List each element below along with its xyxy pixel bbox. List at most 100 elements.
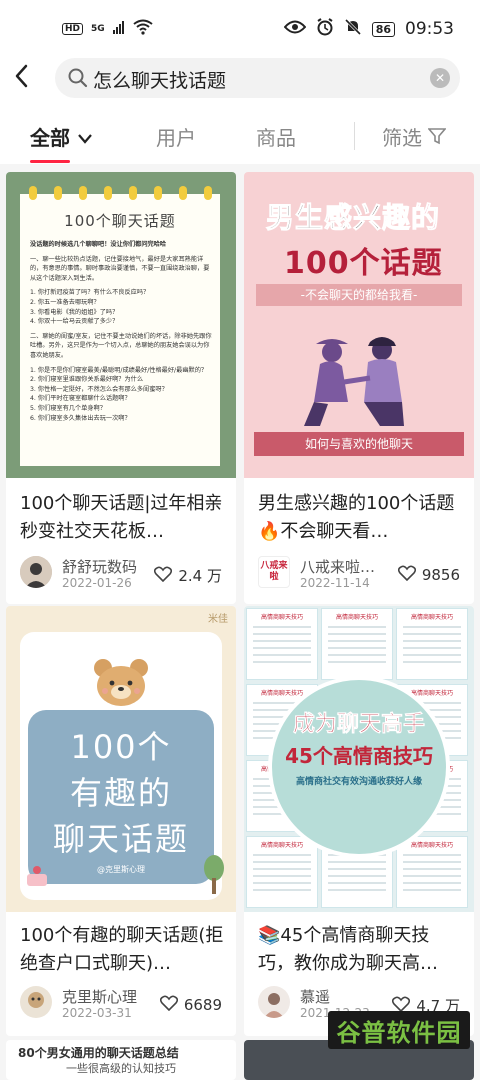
network-badge: 5G (91, 24, 105, 34)
like-count: 9856 (422, 566, 460, 584)
heart-icon (160, 995, 178, 1015)
like-button[interactable]: 6689 (160, 995, 222, 1015)
site-watermark: 谷普软件园 (328, 1011, 470, 1049)
cover-body-line: 1. 你是不是你们寝室最美/最聪明/成绩最好/性格最好/最幽默的？ (30, 366, 212, 376)
search-icon (67, 67, 89, 89)
filter-tabs: 全部 用户 商品 筛选 (0, 104, 480, 164)
cover-body-line: 2. 你五一准备去哪玩啊？ (30, 298, 212, 308)
clock-time: 09:53 (405, 19, 454, 39)
cover-page-tile-heading: 高情商聊天技巧 (397, 612, 467, 621)
post-date: 2022-03-31 (62, 1006, 132, 1020)
binder-rings (20, 186, 220, 200)
note-card[interactable]: 80个男女通用的聊天话题总结 一些很高级的认知技巧 (6, 1040, 236, 1080)
like-count: 2.4 万 (178, 565, 222, 586)
active-tab-indicator (30, 160, 70, 163)
notepad: 100个聊天话题 没话题的时候选几个聊聊吧！没让你们都问完哈哈一、聊一些比较热点… (20, 194, 220, 466)
search-input[interactable]: 怎么聊天找话题 (93, 66, 226, 93)
note-card[interactable]: 男生感兴趣的 100个话题 -不会聊天的都给我看- 如何与喜欢的他聊天 男生感兴… (244, 172, 474, 604)
post-date: 2022-11-14 (300, 576, 370, 590)
signal-icon (113, 19, 125, 39)
author-name[interactable]: 克里斯心理 (62, 986, 137, 1007)
peek-cover-subtext: 一些很高级的认知技巧 (66, 1060, 176, 1076)
note-card[interactable]: 高情商聊天技巧高情商聊天技巧高情商聊天技巧高情商聊天技巧高情商聊天技巧高情商聊天… (244, 606, 474, 1036)
cover-body-line: 1. 你打新冠疫苗了吗？有什么不良反应吗？ (30, 288, 212, 298)
avatar[interactable]: 八戒来啦 (258, 556, 290, 588)
cover-heading-line1: 男生感兴趣的 (266, 196, 440, 236)
cover-heading-line1: 成为聊天高手 (262, 706, 456, 738)
cover-heading: 100个聊天话题 (20, 210, 220, 231)
tab-goods[interactable]: 商品 (256, 122, 296, 151)
back-button[interactable] (14, 63, 42, 97)
cover-body-line: 5. 你们寝室有几个单身啊？ (30, 404, 212, 414)
avatar[interactable] (20, 986, 52, 1018)
cover-body-line: 4. 你双十一给马云贡献了多少？ (30, 317, 212, 327)
eye-icon (284, 19, 306, 39)
tree-icon (202, 854, 226, 896)
cover-body-text: 没话题的时候选几个聊聊吧！没让你们都问完哈哈一、聊一些比较热点话题，记住要接地气… (30, 240, 212, 423)
note-title[interactable]: 📚45个高情商聊天技巧，教你成为聊天高… (258, 922, 464, 978)
search-box[interactable]: 怎么聊天找话题 ✕ (55, 58, 460, 98)
tab-all[interactable]: 全部 (30, 122, 93, 151)
tab-all-label: 全部 (30, 126, 70, 150)
cake-icon (24, 862, 50, 888)
card-cover-image: 男生感兴趣的 100个话题 -不会聊天的都给我看- 如何与喜欢的他聊天 (244, 172, 474, 478)
couple-illustration (284, 322, 434, 432)
avatar[interactable] (20, 556, 52, 588)
cover-subtitle: -不会聊天的都给我看- (256, 284, 462, 306)
cover-heading-line2: 100个话题 (284, 238, 443, 282)
cover-body-line: 2. 你们寝室里谁跟你关系最好啊？为什么 (30, 375, 212, 385)
cover-body-line: 二、聊她的闺蜜/室友，记住不要主动说她们的坏话，除非她先跟你吐槽。另外，这只是作… (30, 332, 212, 361)
wifi-icon (133, 19, 153, 40)
search-header: 怎么聊天找话题 ✕ (0, 58, 480, 104)
filter-button[interactable]: 筛选 (382, 122, 446, 151)
cover-caption-bar: 如何与喜欢的他聊天 (254, 432, 464, 456)
avatar[interactable] (258, 986, 290, 1018)
tab-users[interactable]: 用户 (156, 122, 196, 151)
like-button[interactable]: 9856 (398, 565, 460, 585)
cover-page-tile-heading: 高情商聊天技巧 (322, 612, 392, 621)
heart-icon (154, 566, 172, 586)
battery-icon: 86 (372, 22, 395, 37)
clear-search-button[interactable]: ✕ (430, 68, 450, 88)
cover-page-tile: 高情商聊天技巧 (246, 836, 318, 908)
heart-icon (398, 565, 416, 585)
post-date: 2022-01-26 (62, 576, 132, 590)
hd-badge: HD (62, 23, 83, 35)
note-title[interactable]: 男生感兴趣的100个话题🔥不会聊天看… (258, 490, 464, 546)
cover-page-tile-heading: 高情商聊天技巧 (247, 612, 317, 621)
mute-bell-icon (344, 18, 362, 41)
cover-body-line: 3. 你性格一定挺好，不然怎么会有那么多闺蜜呀？ (30, 385, 212, 395)
note-card[interactable]: 米佳 100个 有趣的 聊天话题 @克里斯心理 (6, 606, 236, 1036)
note-title[interactable]: 100个有趣的聊天话题(拒绝查户口式聊天)… (20, 922, 226, 978)
card-cover-image: 100个聊天话题 没话题的时候选几个聊聊吧！没让你们都问完哈哈一、聊一些比较热点… (6, 172, 236, 478)
card-cover-image: 米佳 100个 有趣的 聊天话题 @克里斯心理 (6, 606, 236, 912)
cover-page-tile: 高情商聊天技巧 (396, 608, 468, 680)
note-card[interactable]: 100个聊天话题 没话题的时候选几个聊聊吧！没让你们都问完哈哈一、聊一些比较热点… (6, 172, 236, 604)
author-name[interactable]: 八戒来啦… (300, 556, 375, 577)
tab-divider (354, 122, 355, 150)
like-button[interactable]: 2.4 万 (154, 565, 222, 586)
cover-page-tile: 高情商聊天技巧 (321, 608, 393, 680)
cover-subtitle: 高情商社交有效沟通收获好人缘 (262, 774, 456, 787)
cover-body-line: 一、聊一些比较热点话题，记住要接地气，最好是大家耳熟能详的，有意思的事情。聊时事… (30, 255, 212, 284)
alarm-icon (316, 18, 334, 41)
cover-heading: 100个 有趣的 聊天话题 (28, 724, 214, 862)
status-bar: HD 5G 86 09:53 (0, 0, 480, 58)
funnel-icon (428, 126, 446, 150)
card-cover-image: 高情商聊天技巧高情商聊天技巧高情商聊天技巧高情商聊天技巧高情商聊天技巧高情商聊天… (244, 606, 474, 912)
note-title[interactable]: 100个聊天话题|过年相亲秒变社交天花板… (20, 490, 226, 546)
chevron-down-icon (77, 126, 93, 150)
cover-body-line: 3. 你看电影《我的姐姐》了吗？ (30, 308, 212, 318)
cover-page-tile: 高情商聊天技巧 (246, 608, 318, 680)
bear-icon (91, 656, 151, 708)
cover-page-tile: 高情商聊天技巧 (396, 836, 468, 908)
cover-body-line: 6. 你们寝室多久集体出去玩一次啊？ (30, 414, 212, 424)
cover-credit: @克里斯心理 (28, 864, 214, 875)
cover-tag: 米佳 (208, 610, 228, 625)
cover-body-line: 没话题的时候选几个聊聊吧！没让你们都问完哈哈 (30, 240, 212, 250)
author-name[interactable]: 慕遥 (300, 986, 330, 1007)
filter-label: 筛选 (382, 126, 422, 150)
peek-cover-text: 80个男女通用的聊天话题总结 (18, 1044, 179, 1061)
cover-heading-line2: 45个高情商技巧 (262, 740, 456, 769)
author-name[interactable]: 舒舒玩数码 (62, 556, 137, 577)
